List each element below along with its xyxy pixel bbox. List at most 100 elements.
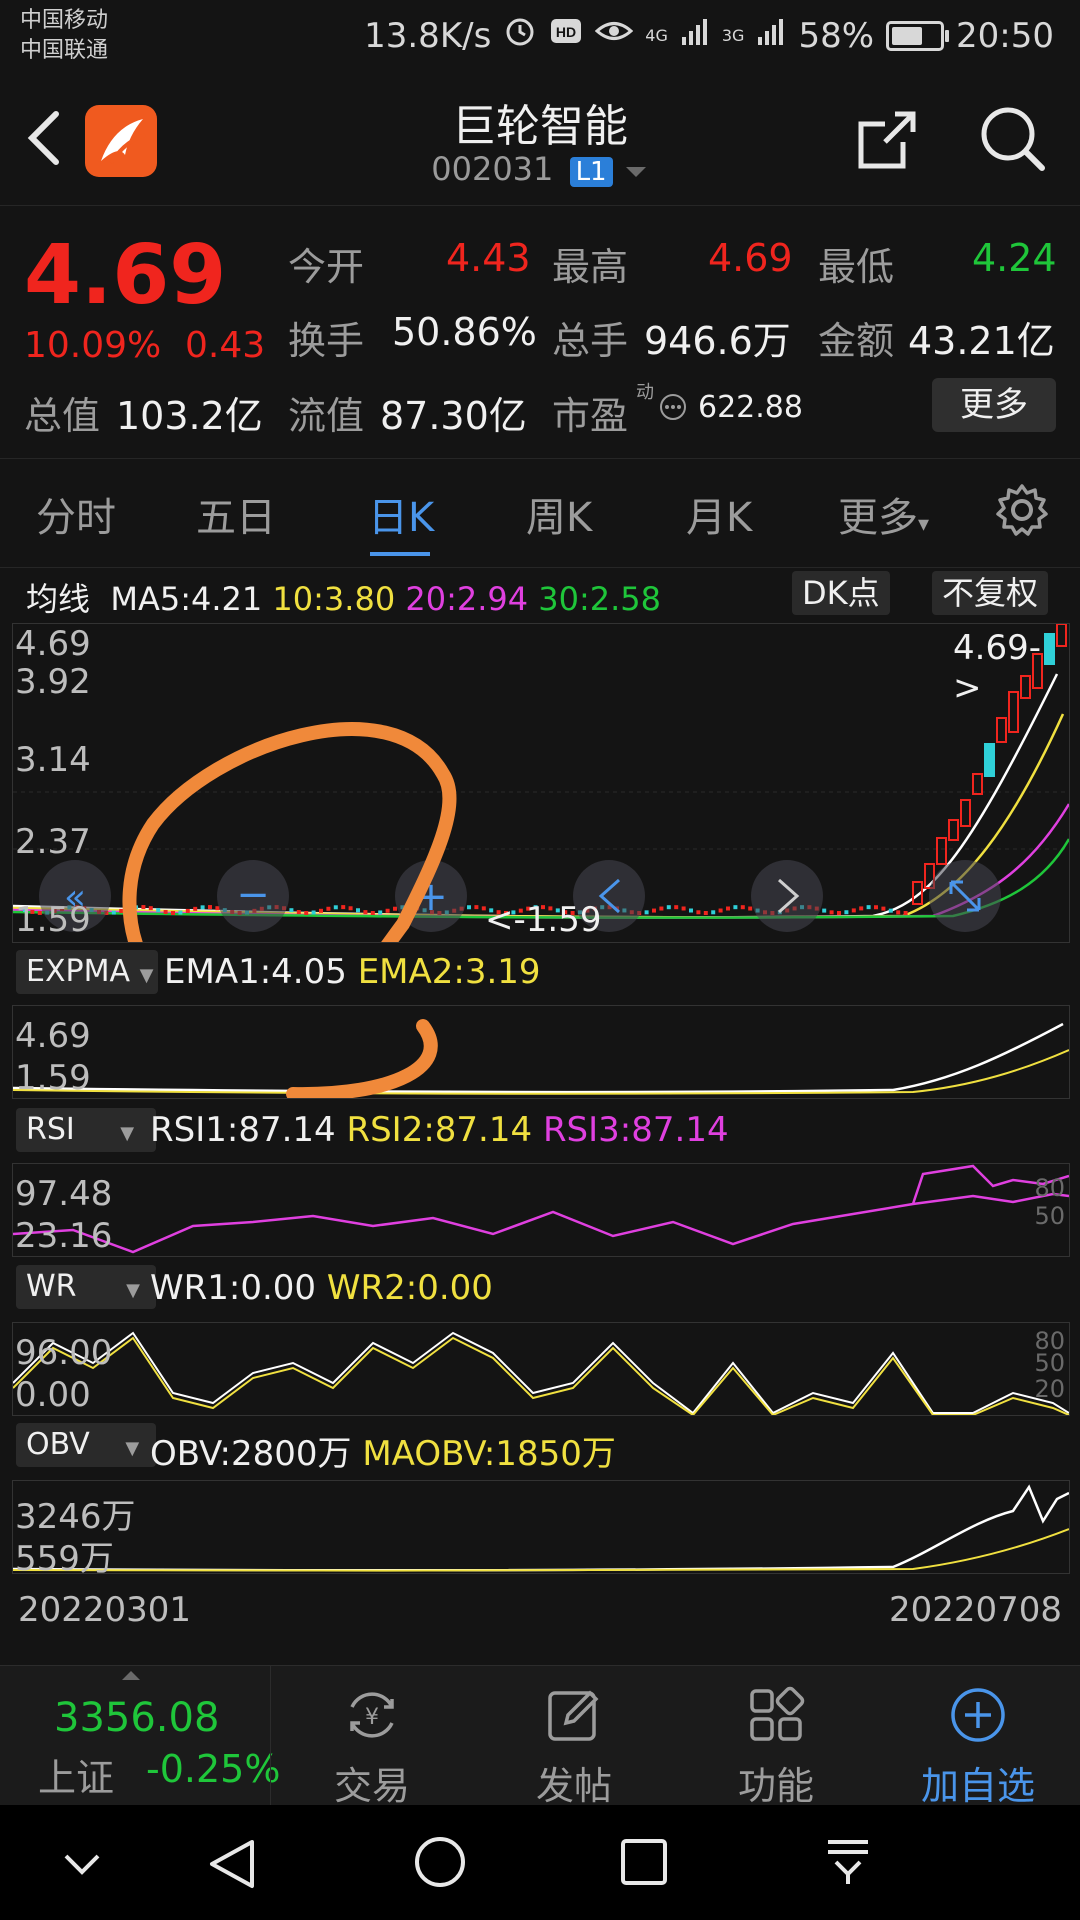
expma-selector[interactable]: EXPMA ▼ [16,950,158,994]
expma-axis-bottom: 1.59 [15,1058,91,1098]
candle [319,908,323,913]
circle-home-icon [415,1837,465,1887]
hd-icon: HD [549,14,583,57]
tab-daily-k[interactable]: 日K [368,485,434,543]
obv-selector[interactable]: OBV ▼ [16,1423,156,1467]
obv-legend: OBV:2800万 MAOBV:1850万 [150,1426,616,1475]
rsi2-value: RSI2:87.14 [346,1110,533,1150]
rsi-caret-icon: ▼ [120,1123,135,1144]
obv-panel[interactable]: 3246万 559万 [12,1480,1070,1579]
candlesticks [23,623,1067,915]
tab-more-label: 更多 [838,495,918,541]
dk-point-button[interactable]: DK点 [792,571,890,615]
tab-monthly-k[interactable]: 月K [686,485,752,543]
clock: 20:50 [956,15,1054,56]
pe-label: 市盈 [552,394,629,438]
candle [652,908,656,913]
nav-post-label: 发帖 [535,1764,612,1808]
rsi-axis-bottom: 23.16 [15,1216,113,1256]
chart-settings-button[interactable] [994,482,1050,542]
candle [896,910,901,915]
maobv-value: MAOBV:1850万 [362,1434,616,1474]
back-system-button[interactable] [206,1836,258,1896]
adjust-mode-button[interactable]: 不复权 [932,571,1049,615]
eye-icon [595,14,634,57]
candle [311,910,316,915]
ma20-value: 20:2.94 [405,580,529,618]
tab-five-day[interactable]: 五日 [196,485,276,543]
high-value: 4.69 [708,236,793,280]
candle [903,910,908,915]
candle [193,906,198,911]
tab-weekly-k[interactable]: 周K [526,485,592,543]
svg-text:HD: HD [556,24,576,40]
rsi-chart [12,1164,1070,1254]
hide-nav-button[interactable] [60,1842,104,1890]
volume-label: 总手 [552,319,629,363]
nav-add-watchlist[interactable]: 加自选 [908,1685,1048,1810]
rsi-selector[interactable]: RSI ▼ [16,1108,156,1152]
kline-axis-4: 2.37 [15,822,91,862]
obv-value: OBV:2800万 [150,1434,352,1474]
tab-more[interactable]: 更多▾ [838,485,929,543]
candle [111,910,116,915]
index-ticker[interactable]: 3356.08 上证 -0.25% [0,1665,280,1805]
wr-selector[interactable]: WR ▼ [16,1265,156,1309]
kline-axis-2: 3.92 [15,662,91,702]
obv-caret-icon: ▼ [125,1438,140,1459]
nav-trade-label: 交易 [333,1764,410,1808]
turnover-value: 50.86% [392,310,537,354]
wr1-value: WR1:0.00 [150,1268,317,1308]
candle [733,905,738,910]
volume-value: 946.6万 [644,319,791,363]
recents-system-button[interactable] [618,1836,670,1892]
candle [659,906,664,911]
share-button[interactable] [855,108,919,176]
notification-pull-button[interactable] [822,1834,874,1894]
tab-intraday[interactable]: 分时 [36,485,116,543]
wr-caret-icon: ▼ [126,1280,140,1301]
ma-legend: 均线 MA5:4.21 10:3.80 20:2.94 30:2.58 [26,574,661,620]
wr-panel[interactable]: 96.00 0.00 80 50 20 [12,1322,1070,1417]
kline-panel[interactable]: « − + 4.69 3.92 3.14 2.37 1.59 4.69-> <-… [12,623,1071,1042]
search-icon [981,107,1045,171]
change-percent: 10.09% [24,325,162,366]
grid-apps-icon [746,1685,806,1745]
candle [289,908,294,913]
rsi-panel[interactable]: 97.48 23.16 80 50 [12,1163,1070,1257]
signal-4g: 4G [645,25,668,45]
end-date: 20220708 [888,1590,1062,1630]
signal-4g-label: 4G [645,25,668,45]
obv-axis-bottom: 559万 [15,1539,114,1579]
search-button[interactable] [978,104,1048,178]
candle [156,908,161,913]
more-quote-button[interactable]: 更多 [932,378,1056,432]
candle [726,906,730,911]
candle [829,910,834,915]
nav-functions[interactable]: 功能 [706,1685,846,1810]
wr-chart [12,1331,1070,1417]
index-value: 3356.08 [54,1695,220,1741]
candle [333,905,338,910]
triangle-back-icon [210,1840,254,1888]
candle [711,910,716,915]
candle [208,905,212,910]
scroll-right-button[interactable] [751,860,823,932]
rsi1-value: RSI1:87.14 [150,1110,336,1150]
candle [185,908,190,913]
expma-caret-icon: ▼ [139,965,154,986]
expma-panel[interactable]: 4.69 1.59 [12,1005,1070,1102]
candle [467,905,471,910]
nav-post[interactable]: 发帖 [504,1685,644,1810]
candle [393,906,397,911]
tab-more-caret-icon: ▾ [918,512,930,537]
square-recents-icon [621,1839,667,1885]
chevron-down-icon [64,1854,100,1875]
nav-trade[interactable]: ¥ 交易 [302,1685,442,1810]
home-system-button[interactable] [412,1834,468,1894]
candle [163,910,168,915]
mcap-value: 103.2亿 [116,394,263,438]
candle [960,799,971,827]
active-tab-indicator [370,552,430,556]
candle [837,910,841,915]
